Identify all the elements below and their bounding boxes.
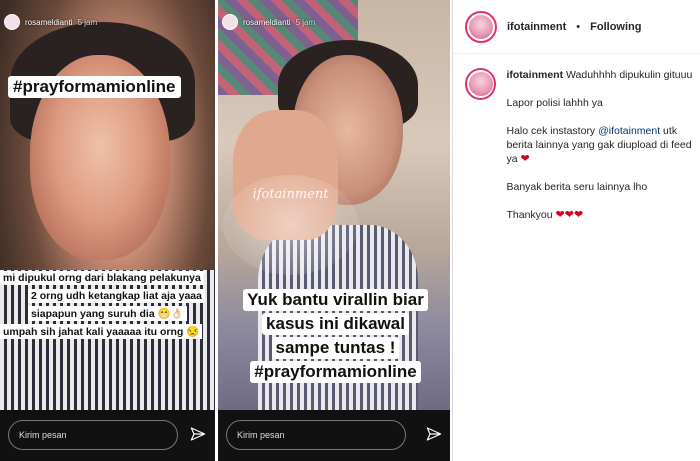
- story-header-2: rosameldianti 5 jam: [222, 14, 315, 30]
- caption-check-prefix: Halo cek instastory: [506, 125, 599, 137]
- caption-text: ifotainment Waduhhhh dipukulin gituuu La…: [506, 68, 693, 222]
- story-time: 5 jam: [295, 17, 316, 27]
- caption-line: sampe tuntas !: [271, 337, 400, 359]
- post-panel: ifotainment • Following ifotainment Wadu…: [452, 0, 700, 461]
- message-input[interactable]: Kirim pesan: [8, 420, 178, 450]
- message-bar-2: Kirim pesan: [218, 410, 450, 461]
- watermark-logo: ifotainment: [223, 175, 358, 275]
- caption-line: 2 orng udh ketangkap liat aja yaaa: [28, 289, 205, 303]
- post-header: ifotainment • Following: [453, 0, 700, 54]
- caption-username[interactable]: ifotainment: [506, 69, 563, 81]
- caption-check: Halo cek instastory @ifotainment utk ber…: [506, 124, 693, 166]
- post-username[interactable]: ifotainment: [507, 21, 566, 33]
- caption-thanks: Thankyou ❤❤❤: [506, 208, 693, 222]
- heart-icon: ❤: [555, 209, 565, 221]
- watermark-text: ifotainment: [252, 187, 329, 202]
- story-caption-1: mi dipukul orng dari blakang pelakunya 2…: [0, 268, 215, 340]
- heart-icon: ❤: [520, 153, 530, 165]
- caption-line: umpah sih jahat kali yaaaaa itu orng 😒: [0, 324, 203, 339]
- post-caption: ifotainment Waduhhhh dipukulin gituuu La…: [465, 68, 693, 222]
- story-username[interactable]: rosameldianti: [243, 18, 291, 27]
- following-button[interactable]: Following: [590, 21, 641, 33]
- caption-line: Yuk bantu virallin biar: [243, 289, 428, 311]
- page: rosameldianti 5 jam #prayformamionline m…: [0, 0, 700, 461]
- story-caption-2: Yuk bantu virallin biar kasus ini dikawa…: [228, 288, 443, 384]
- caption-line: siapapun yang suruh dia 😁👌🏻: [28, 306, 187, 321]
- separator-dot: •: [576, 20, 581, 33]
- caption-avatar[interactable]: [465, 68, 497, 100]
- story-username[interactable]: rosameldianti: [25, 18, 73, 27]
- message-input[interactable]: Kirim pesan: [226, 420, 406, 450]
- caption-more: Banyak berita seru lainnya lho: [506, 181, 648, 193]
- message-bar-1: Kirim pesan: [0, 410, 215, 461]
- heart-icon: ❤: [573, 209, 584, 221]
- caption-intro: ifotainment Waduhhhh dipukulin gituuu: [506, 68, 693, 82]
- story-photo-1: [0, 0, 215, 410]
- caption-line: #prayformamionline: [250, 361, 421, 383]
- paper-plane-icon[interactable]: [190, 426, 206, 442]
- paper-plane-icon[interactable]: [426, 426, 442, 442]
- story-panel-1[interactable]: rosameldianti 5 jam #prayformamionline m…: [0, 0, 215, 461]
- caption-intro-text: Waduhhhh dipukulin gituuu: [566, 69, 693, 81]
- profile-logo: [468, 72, 493, 96]
- hashtag-sticker: #prayformamionline: [8, 76, 181, 98]
- story-time: 5 jam: [77, 17, 98, 27]
- profile-avatar[interactable]: [465, 10, 497, 43]
- profile-logo: [469, 14, 493, 39]
- caption-report: Lapor polisi lahhh ya: [506, 97, 603, 109]
- story-avatar[interactable]: [4, 14, 20, 30]
- story-panel-2[interactable]: ifotainment rosameldianti 5 jam Yuk bant…: [218, 0, 450, 461]
- heart-icon: ❤: [564, 209, 574, 221]
- story-header-1: rosameldianti 5 jam: [4, 14, 97, 30]
- caption-line: kasus ini dikawal: [262, 313, 409, 335]
- caption-thanks-text: Thankyou: [506, 209, 553, 221]
- story-avatar[interactable]: [222, 14, 238, 30]
- mention-link[interactable]: @ifotainment: [598, 125, 660, 137]
- caption-line: mi dipukul orng dari blakang pelakunya: [0, 271, 204, 285]
